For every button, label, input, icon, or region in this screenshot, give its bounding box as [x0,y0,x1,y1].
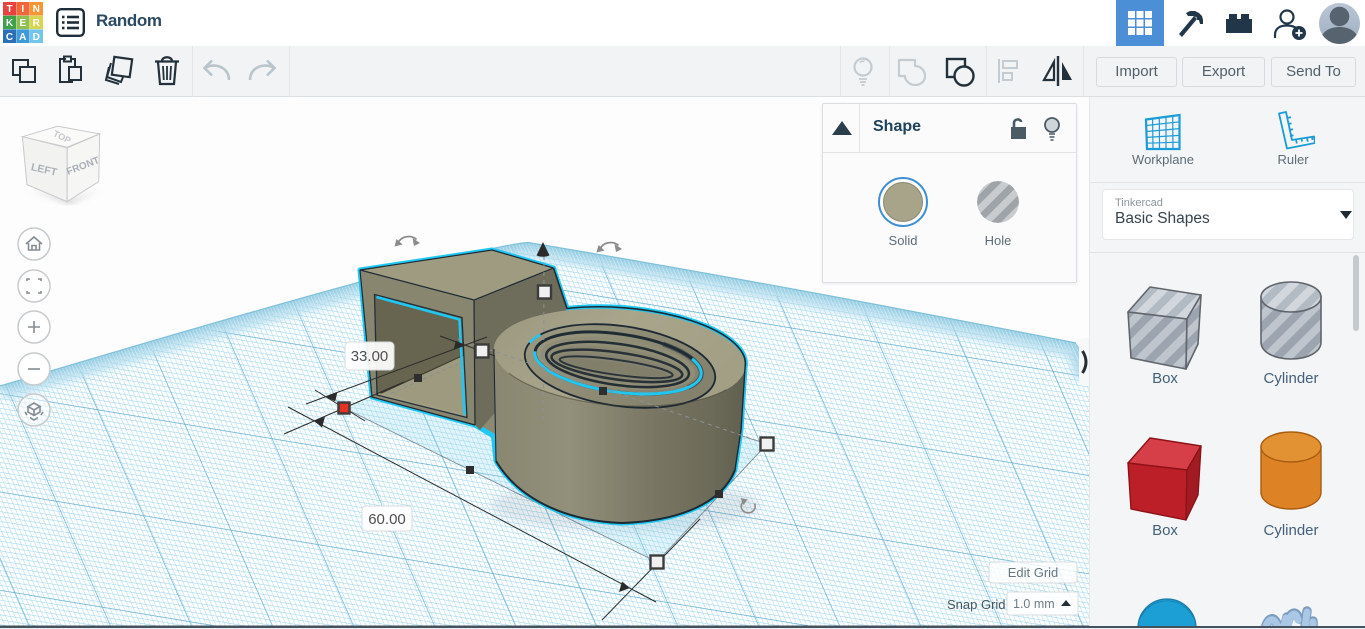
svg-text:N: N [33,4,40,15]
svg-text:Edit Grid: Edit Grid [1008,565,1059,580]
svg-text:K: K [6,18,14,29]
svg-text:1.0 mm: 1.0 mm [1013,597,1055,611]
svg-text:C: C [6,32,13,43]
svg-text:I: I [21,4,24,15]
svg-text:E: E [19,18,26,29]
svg-text:D: D [33,32,40,43]
svg-text:33.00: 33.00 [351,348,389,365]
svg-text:60.00: 60.00 [368,511,406,528]
svg-text:T: T [6,4,12,15]
svg-text:Snap Grid: Snap Grid [947,597,1006,612]
svg-text:R: R [33,18,41,29]
svg-text:A: A [19,32,26,43]
